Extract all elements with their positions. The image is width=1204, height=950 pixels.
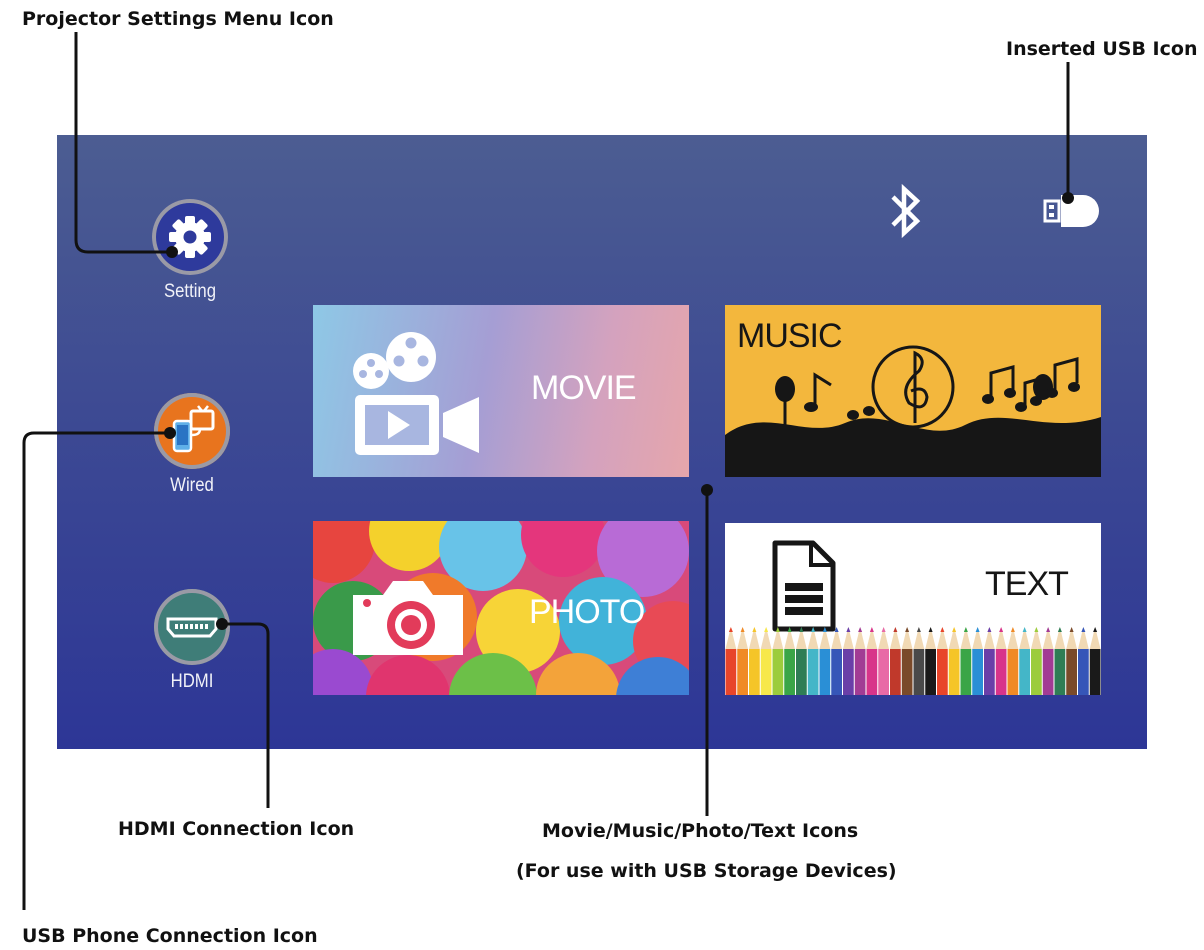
phone-callout: USB Phone Connection Icon <box>22 925 318 947</box>
setting-button[interactable] <box>152 199 228 275</box>
media-callout-line1: Movie/Music/Photo/Text Icons <box>542 820 859 842</box>
wired-button[interactable] <box>154 393 230 469</box>
text-label: TEXT <box>985 565 1069 603</box>
photo-tile[interactable]: PHOTO <box>313 521 689 695</box>
wired-label: Wired <box>170 475 214 496</box>
hdmi-button[interactable] <box>154 589 230 665</box>
music-label: MUSIC <box>737 317 843 355</box>
gear-icon <box>169 216 211 258</box>
text-tile[interactable]: TEXT <box>725 523 1101 695</box>
media-callout-line2: (For use with USB Storage Devices) <box>516 860 897 882</box>
setting-menu-item[interactable]: Setting <box>135 199 245 303</box>
document-icon <box>772 540 836 632</box>
usb-drive-icon[interactable] <box>1041 191 1105 231</box>
settings-callout: Projector Settings Menu Icon <box>22 8 334 30</box>
usb-inserted-callout: Inserted USB Icon <box>1006 38 1198 60</box>
hdmi-label: HDMI <box>170 671 214 692</box>
photo-label: PHOTO <box>529 593 645 631</box>
hdmi-port-icon <box>166 617 218 638</box>
phone-screen-mirror-icon <box>172 405 215 453</box>
wired-menu-item[interactable]: Wired <box>137 393 247 497</box>
document-pencils-icon <box>725 540 1101 695</box>
projector-home-screen: Setting Wired HDMI MOVIE MUSIC PHOTO TEX… <box>57 135 1147 749</box>
setting-label: Setting <box>163 281 217 302</box>
bluetooth-icon <box>891 183 921 239</box>
hdmi-menu-item[interactable]: HDMI <box>137 589 247 693</box>
hdmi-callout: HDMI Connection Icon <box>118 818 355 840</box>
movie-label: MOVIE <box>531 369 637 407</box>
movie-tile[interactable]: MOVIE <box>313 305 689 477</box>
music-tile[interactable]: MUSIC <box>725 305 1101 477</box>
